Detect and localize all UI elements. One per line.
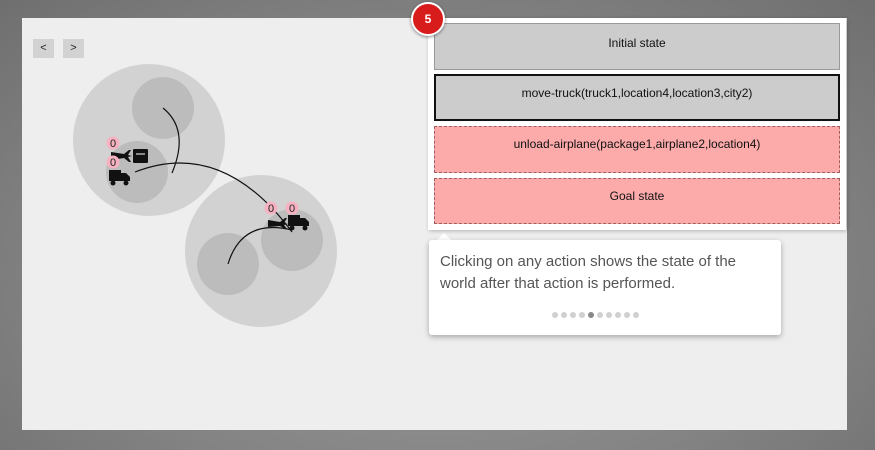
tour-step-badge: 5 (411, 2, 445, 36)
counter-label: 0 (110, 138, 116, 150)
world-view: 0 0 0 0 (73, 64, 337, 327)
pagination-dot[interactable] (597, 312, 603, 318)
action-initial-state[interactable]: Initial state (434, 23, 840, 70)
action-label: Goal state (609, 189, 665, 203)
pagination-dot[interactable] (570, 312, 576, 318)
action-unload-airplane[interactable]: unload-airplane(package1,airplane2,locat… (434, 126, 840, 173)
pagination-dot[interactable] (579, 312, 585, 318)
pagination-dot[interactable] (615, 312, 621, 318)
action-list: Initial state move-truck(truck1,location… (428, 18, 846, 230)
action-label: move-truck(truck1,location4,location3,ci… (521, 86, 753, 100)
pagination-dot[interactable] (606, 312, 612, 318)
visualization-panel: < > 0 0 0 0 Initial state move-truck(tru… (22, 18, 847, 430)
pagination-dot[interactable] (552, 312, 558, 318)
pagination-dot[interactable] (624, 312, 630, 318)
package-icon[interactable] (133, 149, 148, 163)
counter-label: 0 (268, 203, 274, 215)
pagination-dot[interactable] (561, 312, 567, 318)
action-goal-state[interactable]: Goal state (434, 178, 840, 224)
action-label: unload-airplane(package1,airplane2,locat… (513, 137, 761, 151)
counter-label: 0 (289, 203, 295, 215)
action-label: Initial state (608, 36, 666, 50)
pagination-dot[interactable] (633, 312, 639, 318)
tooltip-text: Clicking on any action shows the state o… (440, 253, 737, 292)
counter-label: 0 (110, 157, 116, 169)
pagination-dot[interactable] (588, 312, 594, 318)
action-move-truck[interactable]: move-truck(truck1,location4,location3,ci… (434, 74, 840, 121)
tour-tooltip: Clicking on any action shows the state o… (429, 240, 781, 335)
